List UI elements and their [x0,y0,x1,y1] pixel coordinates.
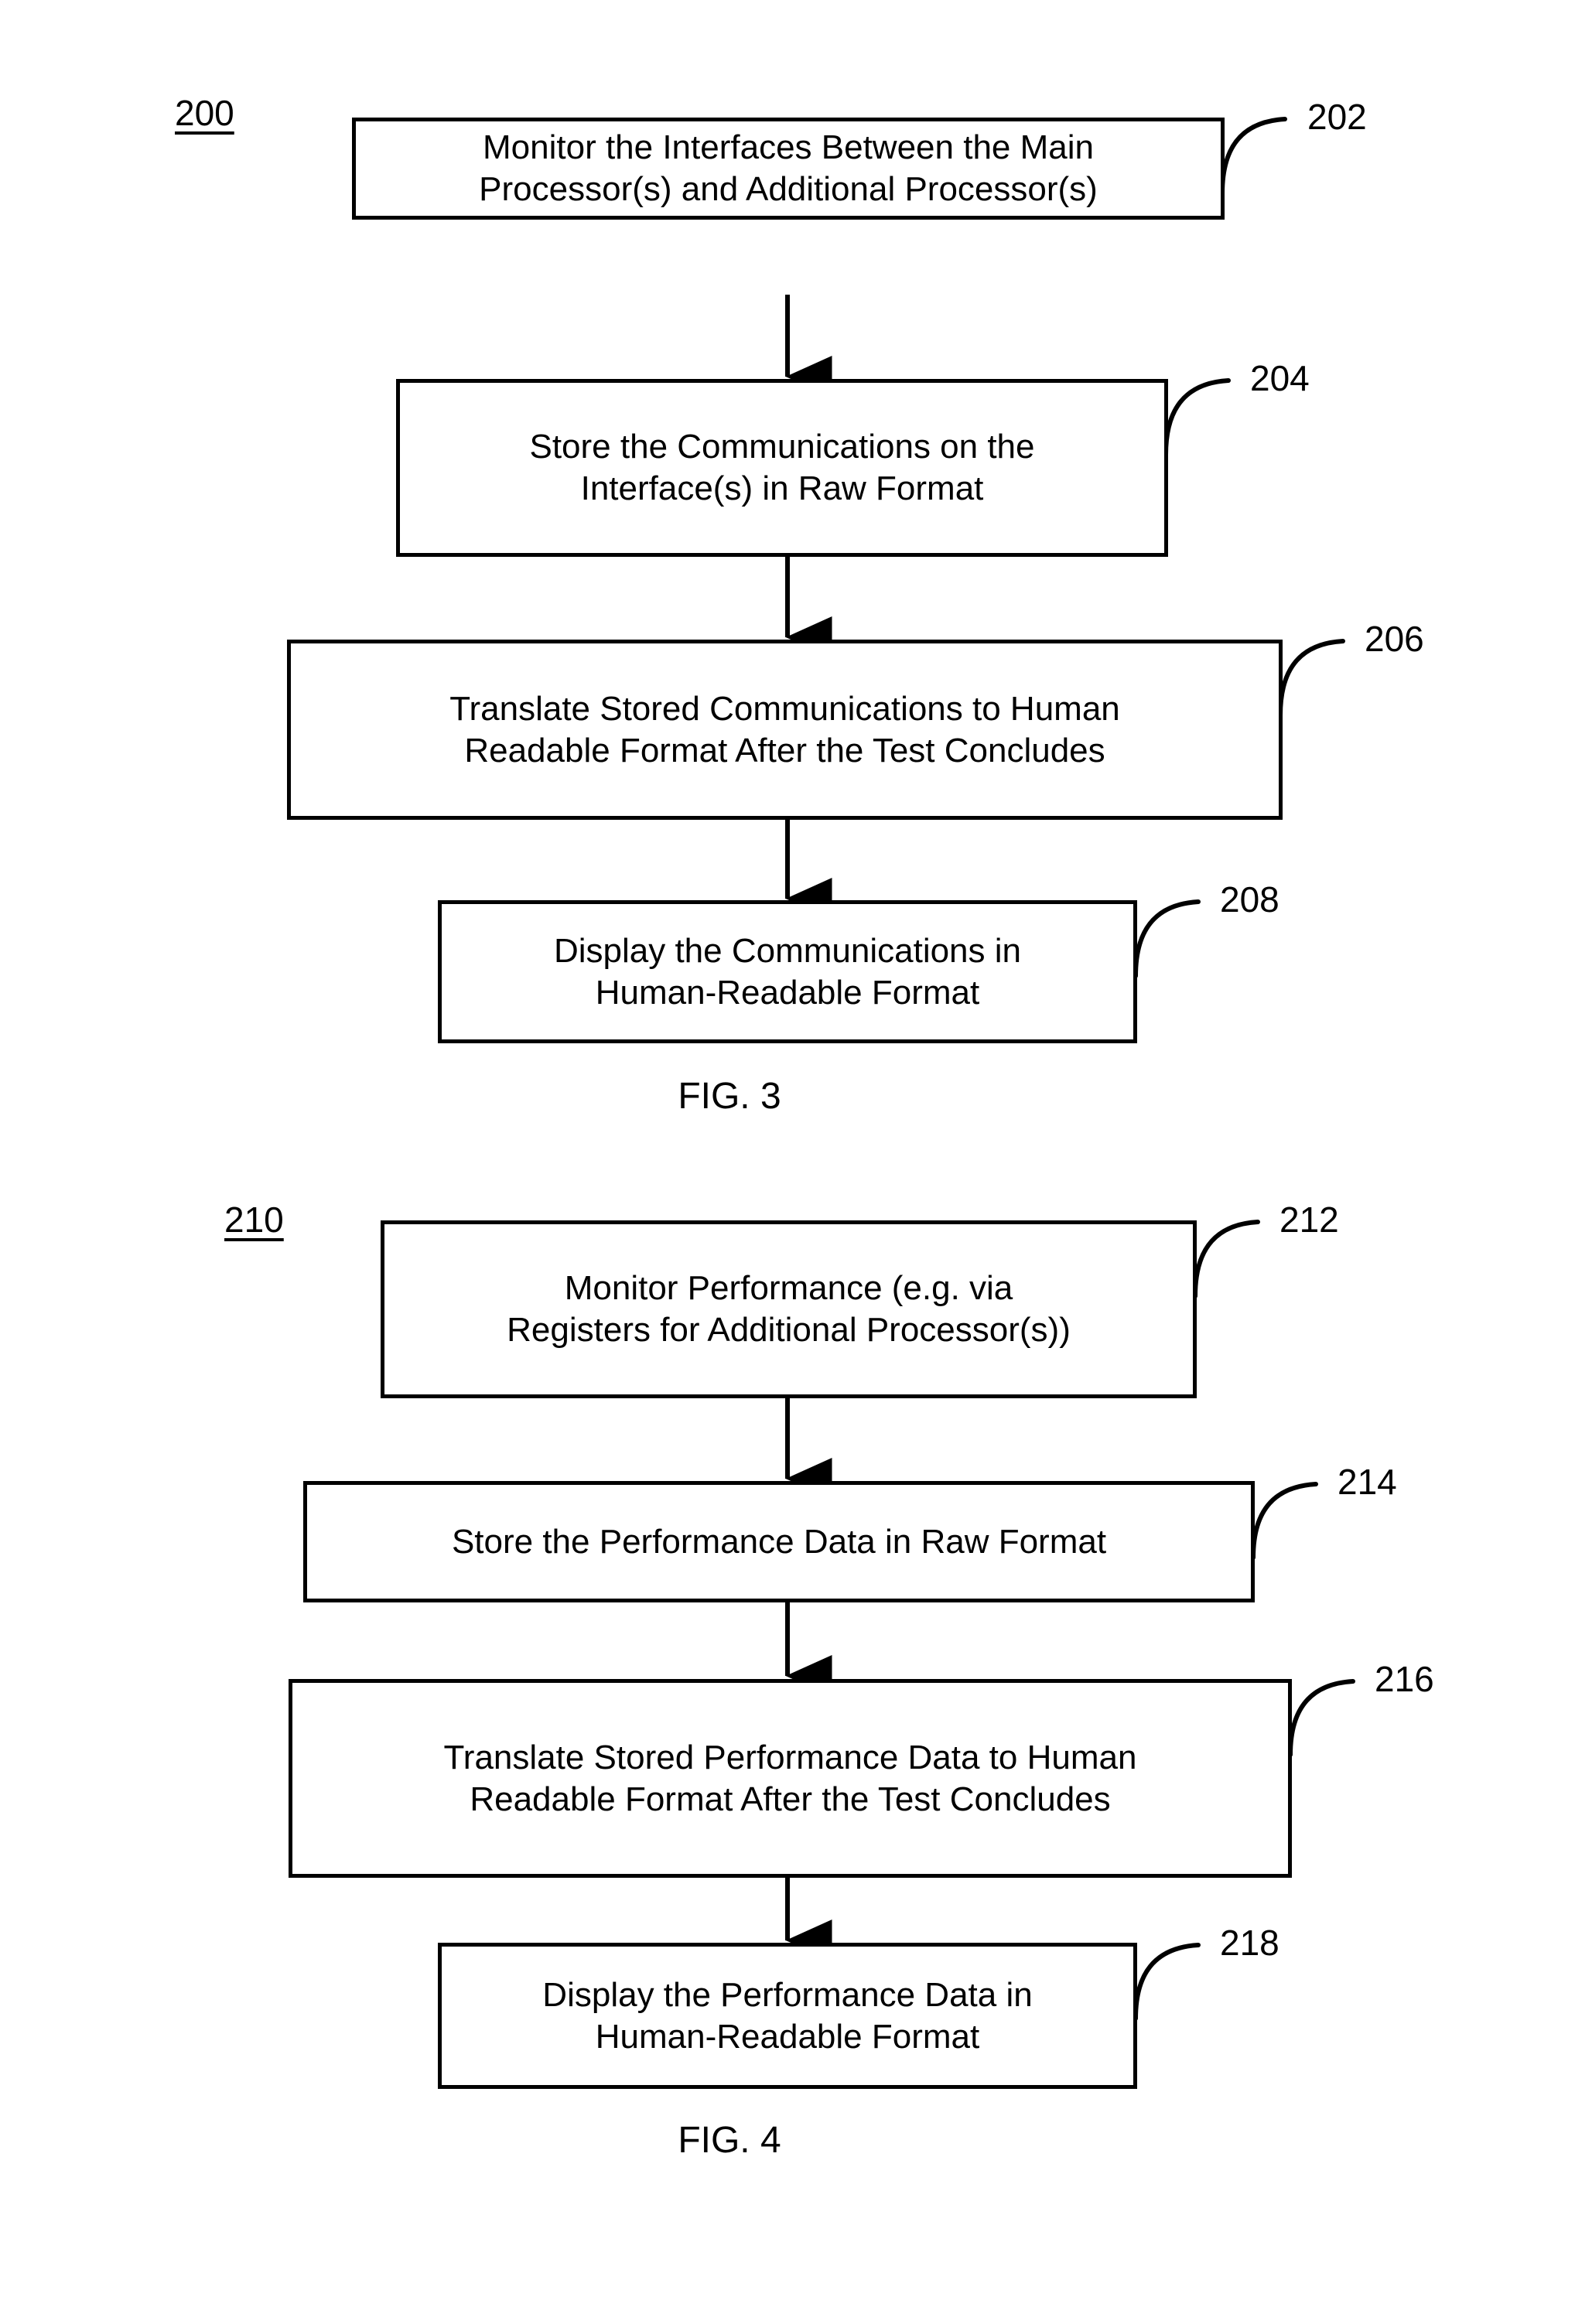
leader-line-212 [1193,1220,1260,1299]
ref-num-212: 212 [1279,1200,1339,1240]
ref-num-208: 208 [1220,879,1279,920]
flow-box-218-text: Display the Performance Data in Human-Re… [542,1975,1033,2056]
flow-box-212-text: Monitor Performance (e.g. via Registers … [507,1269,1071,1349]
flow-box-212: Monitor Performance (e.g. via Registers … [381,1220,1197,1398]
leader-line-208 [1133,899,1201,978]
flow-box-216: Translate Stored Performance Data to Hum… [289,1679,1292,1878]
figure-caption-3: FIG. 3 [678,1076,781,1117]
ref-num-218: 218 [1220,1923,1279,1963]
patent-figure-page: 200 Monitor the Interfaces Between the M… [0,0,1575,2324]
ref-num-202: 202 [1307,97,1367,137]
flow-box-214-text: Store the Performance Data in Raw Format [451,1522,1107,1561]
flow-box-208: Display the Communications in Human-Read… [438,900,1137,1043]
ref-num-216: 216 [1375,1659,1434,1699]
flow-box-214: Store the Performance Data in Raw Format [303,1481,1255,1602]
ref-num-204: 204 [1250,358,1310,398]
ref-num-206: 206 [1365,619,1424,659]
leader-line-214 [1251,1482,1318,1560]
flow-box-208-text: Display the Communications in Human-Read… [553,931,1022,1012]
leader-line-216 [1288,1679,1355,1757]
figure-caption-4: FIG. 4 [678,2120,781,2161]
flow-box-202: Monitor the Interfaces Between the Main … [352,118,1225,220]
flow-id-210: 210 [224,1200,284,1240]
flow-box-206: Translate Stored Communications to Human… [287,640,1283,820]
leader-line-204 [1163,378,1231,457]
flow-box-206-text: Translate Stored Communications to Human… [449,689,1120,770]
leader-line-202 [1220,117,1287,196]
ref-num-214: 214 [1338,1462,1397,1502]
flow-box-218: Display the Performance Data in Human-Re… [438,1943,1137,2089]
flow-box-202-text: Monitor the Interfaces Between the Main … [479,128,1098,208]
leader-line-206 [1278,639,1345,718]
flow-box-204: Store the Communications on the Interfac… [396,379,1168,557]
leader-line-218 [1133,1943,1201,2021]
flow-id-200: 200 [175,93,234,133]
flow-box-216-text: Translate Stored Performance Data to Hum… [443,1738,1137,1818]
flow-box-204-text: Store the Communications on the Interfac… [529,428,1035,507]
